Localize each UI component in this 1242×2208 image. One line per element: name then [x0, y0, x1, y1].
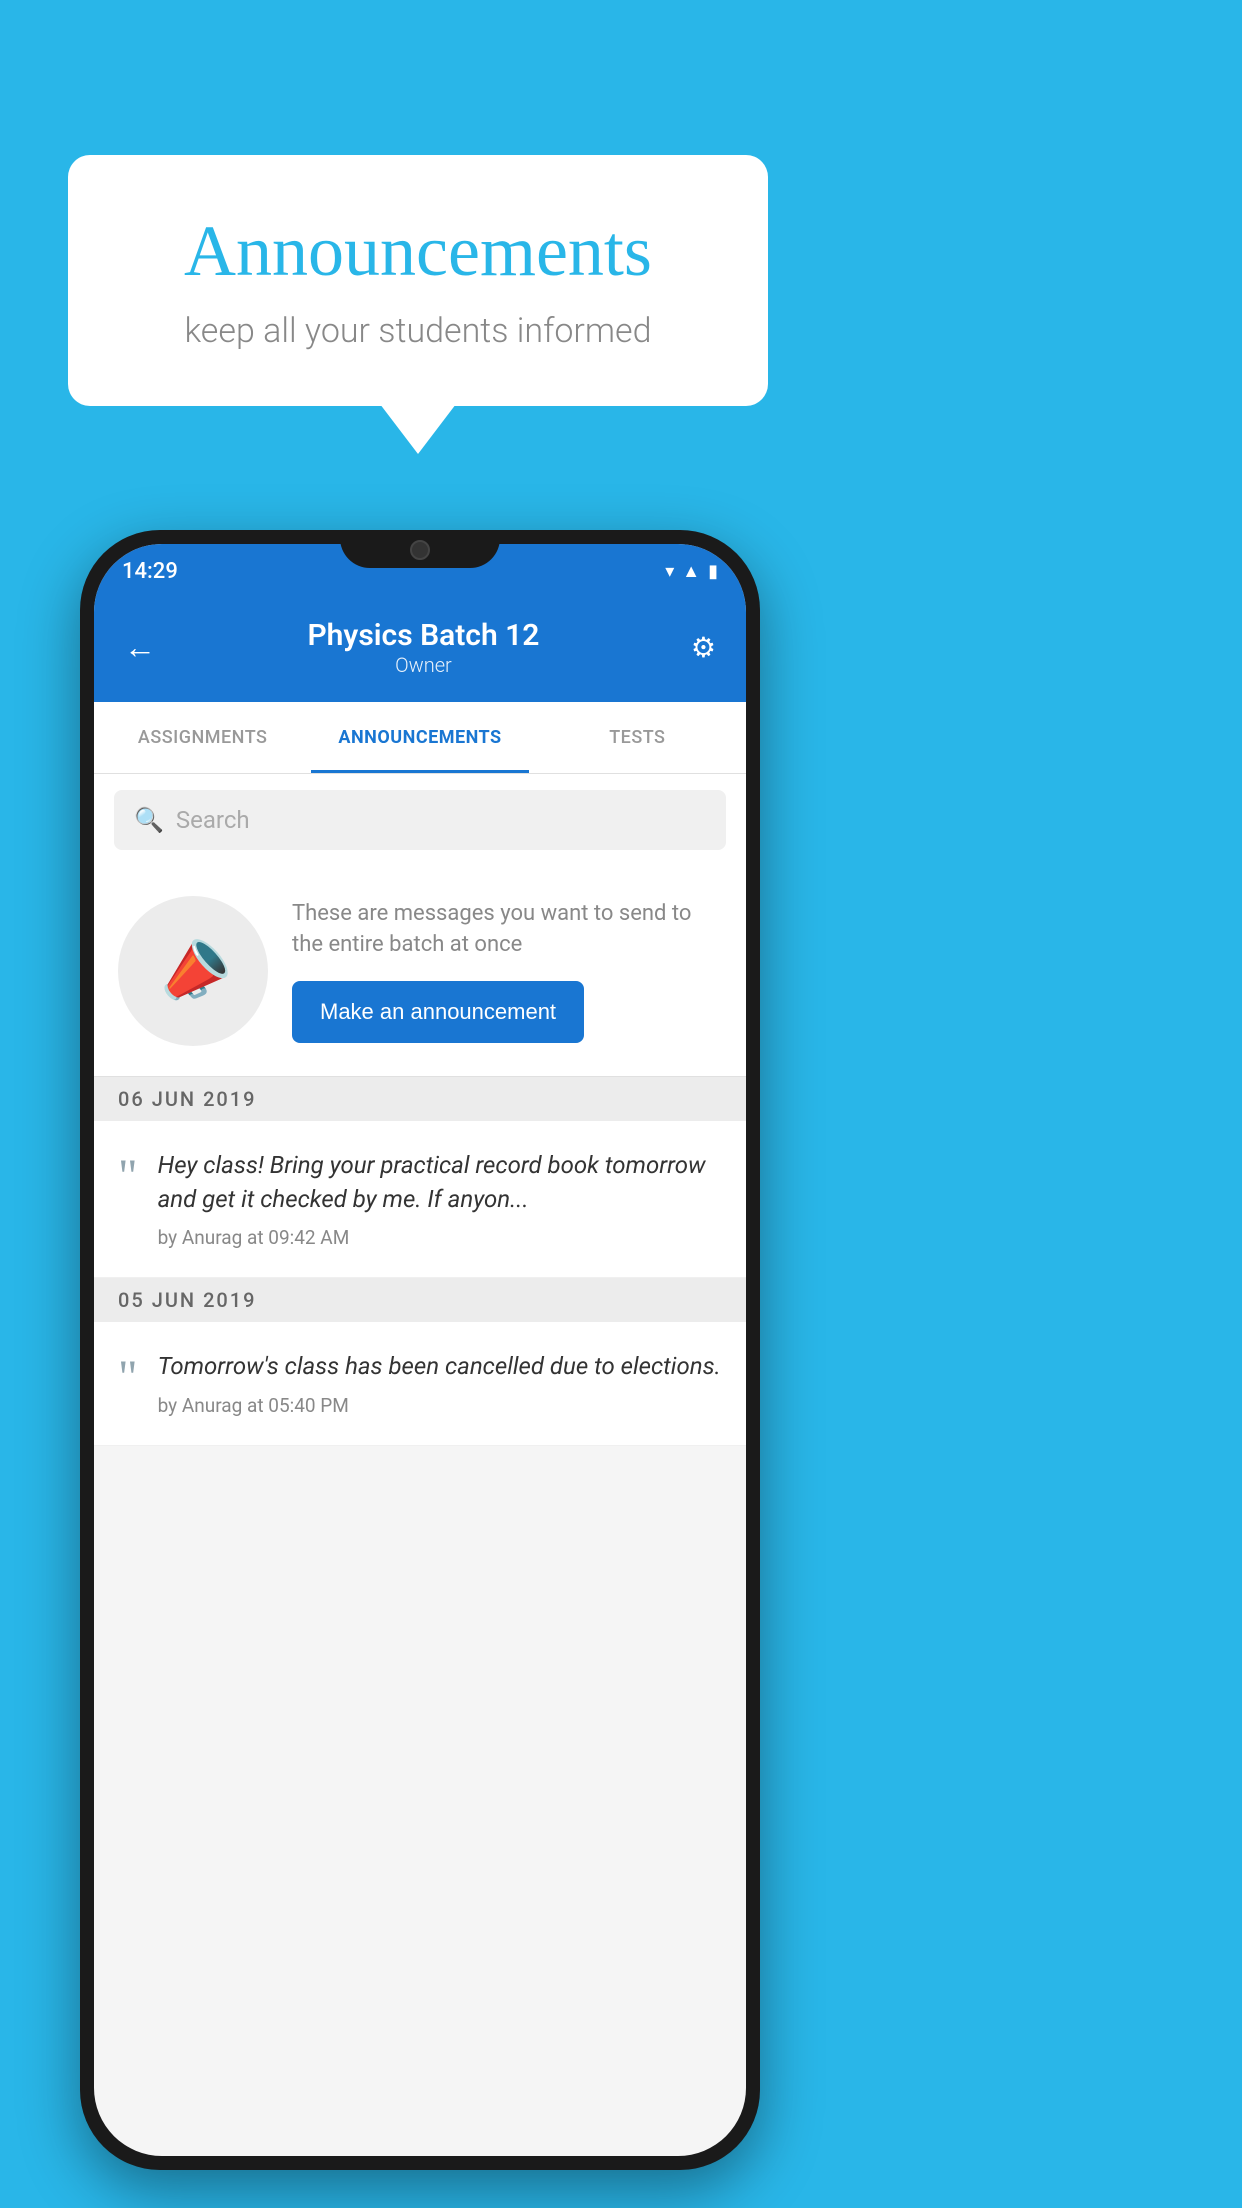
announcement-icon-circle: 📣	[118, 896, 268, 1046]
search-container: 🔍 Search	[94, 774, 746, 866]
tab-tests[interactable]: TESTS	[529, 702, 746, 773]
back-button[interactable]: ←	[114, 618, 166, 676]
date-separator-2: 05 JUN 2019	[94, 1278, 746, 1322]
search-icon: 🔍	[134, 806, 164, 834]
announcement-message-1: Hey class! Bring your practical record b…	[158, 1149, 722, 1216]
app-header: ← Physics Batch 12 Owner ⚙	[94, 592, 746, 702]
search-placeholder: Search	[176, 806, 250, 834]
megaphone-icon: 📣	[146, 925, 240, 1017]
search-bar[interactable]: 🔍 Search	[114, 790, 726, 850]
announcement-text-2: Tomorrow's class has been cancelled due …	[158, 1350, 722, 1417]
announcement-description: These are messages you want to send to t…	[292, 899, 722, 961]
front-camera	[410, 540, 430, 560]
phone-frame: 14:29 ▾ ▲ ▮ ← Physics Batch 12 Owner ⚙ A…	[80, 530, 760, 2170]
tab-assignments[interactable]: ASSIGNMENTS	[94, 702, 311, 773]
status-icons: ▾ ▲ ▮	[665, 561, 718, 582]
tabs-bar: ASSIGNMENTS ANNOUNCEMENTS TESTS	[94, 702, 746, 774]
announcement-meta-1: by Anurag at 09:42 AM	[158, 1226, 722, 1249]
header-title: Physics Batch 12	[166, 618, 681, 653]
speech-bubble-container: Announcements keep all your students inf…	[68, 155, 768, 406]
settings-button[interactable]: ⚙	[681, 621, 726, 674]
announcement-item-1: " Hey class! Bring your practical record…	[94, 1121, 746, 1278]
quote-icon-2: "	[118, 1354, 138, 1402]
announcement-item-2: " Tomorrow's class has been cancelled du…	[94, 1322, 746, 1446]
status-time: 14:29	[122, 559, 178, 584]
header-title-area: Physics Batch 12 Owner	[166, 618, 681, 677]
quote-icon-1: "	[118, 1153, 138, 1201]
bubble-title: Announcements	[128, 210, 708, 293]
wifi-icon: ▾	[665, 561, 674, 582]
announcement-prompt: 📣 These are messages you want to send to…	[94, 866, 746, 1077]
announcement-text-1: Hey class! Bring your practical record b…	[158, 1149, 722, 1249]
tab-announcements[interactable]: ANNOUNCEMENTS	[311, 702, 528, 773]
announcement-message-2: Tomorrow's class has been cancelled due …	[158, 1350, 722, 1384]
announcement-right: These are messages you want to send to t…	[292, 899, 722, 1043]
bubble-subtitle: keep all your students informed	[128, 311, 708, 351]
make-announcement-button[interactable]: Make an announcement	[292, 981, 584, 1043]
announcement-meta-2: by Anurag at 05:40 PM	[158, 1394, 722, 1417]
date-separator-1: 06 JUN 2019	[94, 1077, 746, 1121]
speech-bubble: Announcements keep all your students inf…	[68, 155, 768, 406]
header-subtitle: Owner	[166, 653, 681, 677]
battery-icon: ▮	[708, 561, 718, 582]
signal-icon: ▲	[682, 561, 700, 582]
phone-notch	[340, 530, 500, 568]
phone-screen: 14:29 ▾ ▲ ▮ ← Physics Batch 12 Owner ⚙ A…	[94, 544, 746, 2156]
